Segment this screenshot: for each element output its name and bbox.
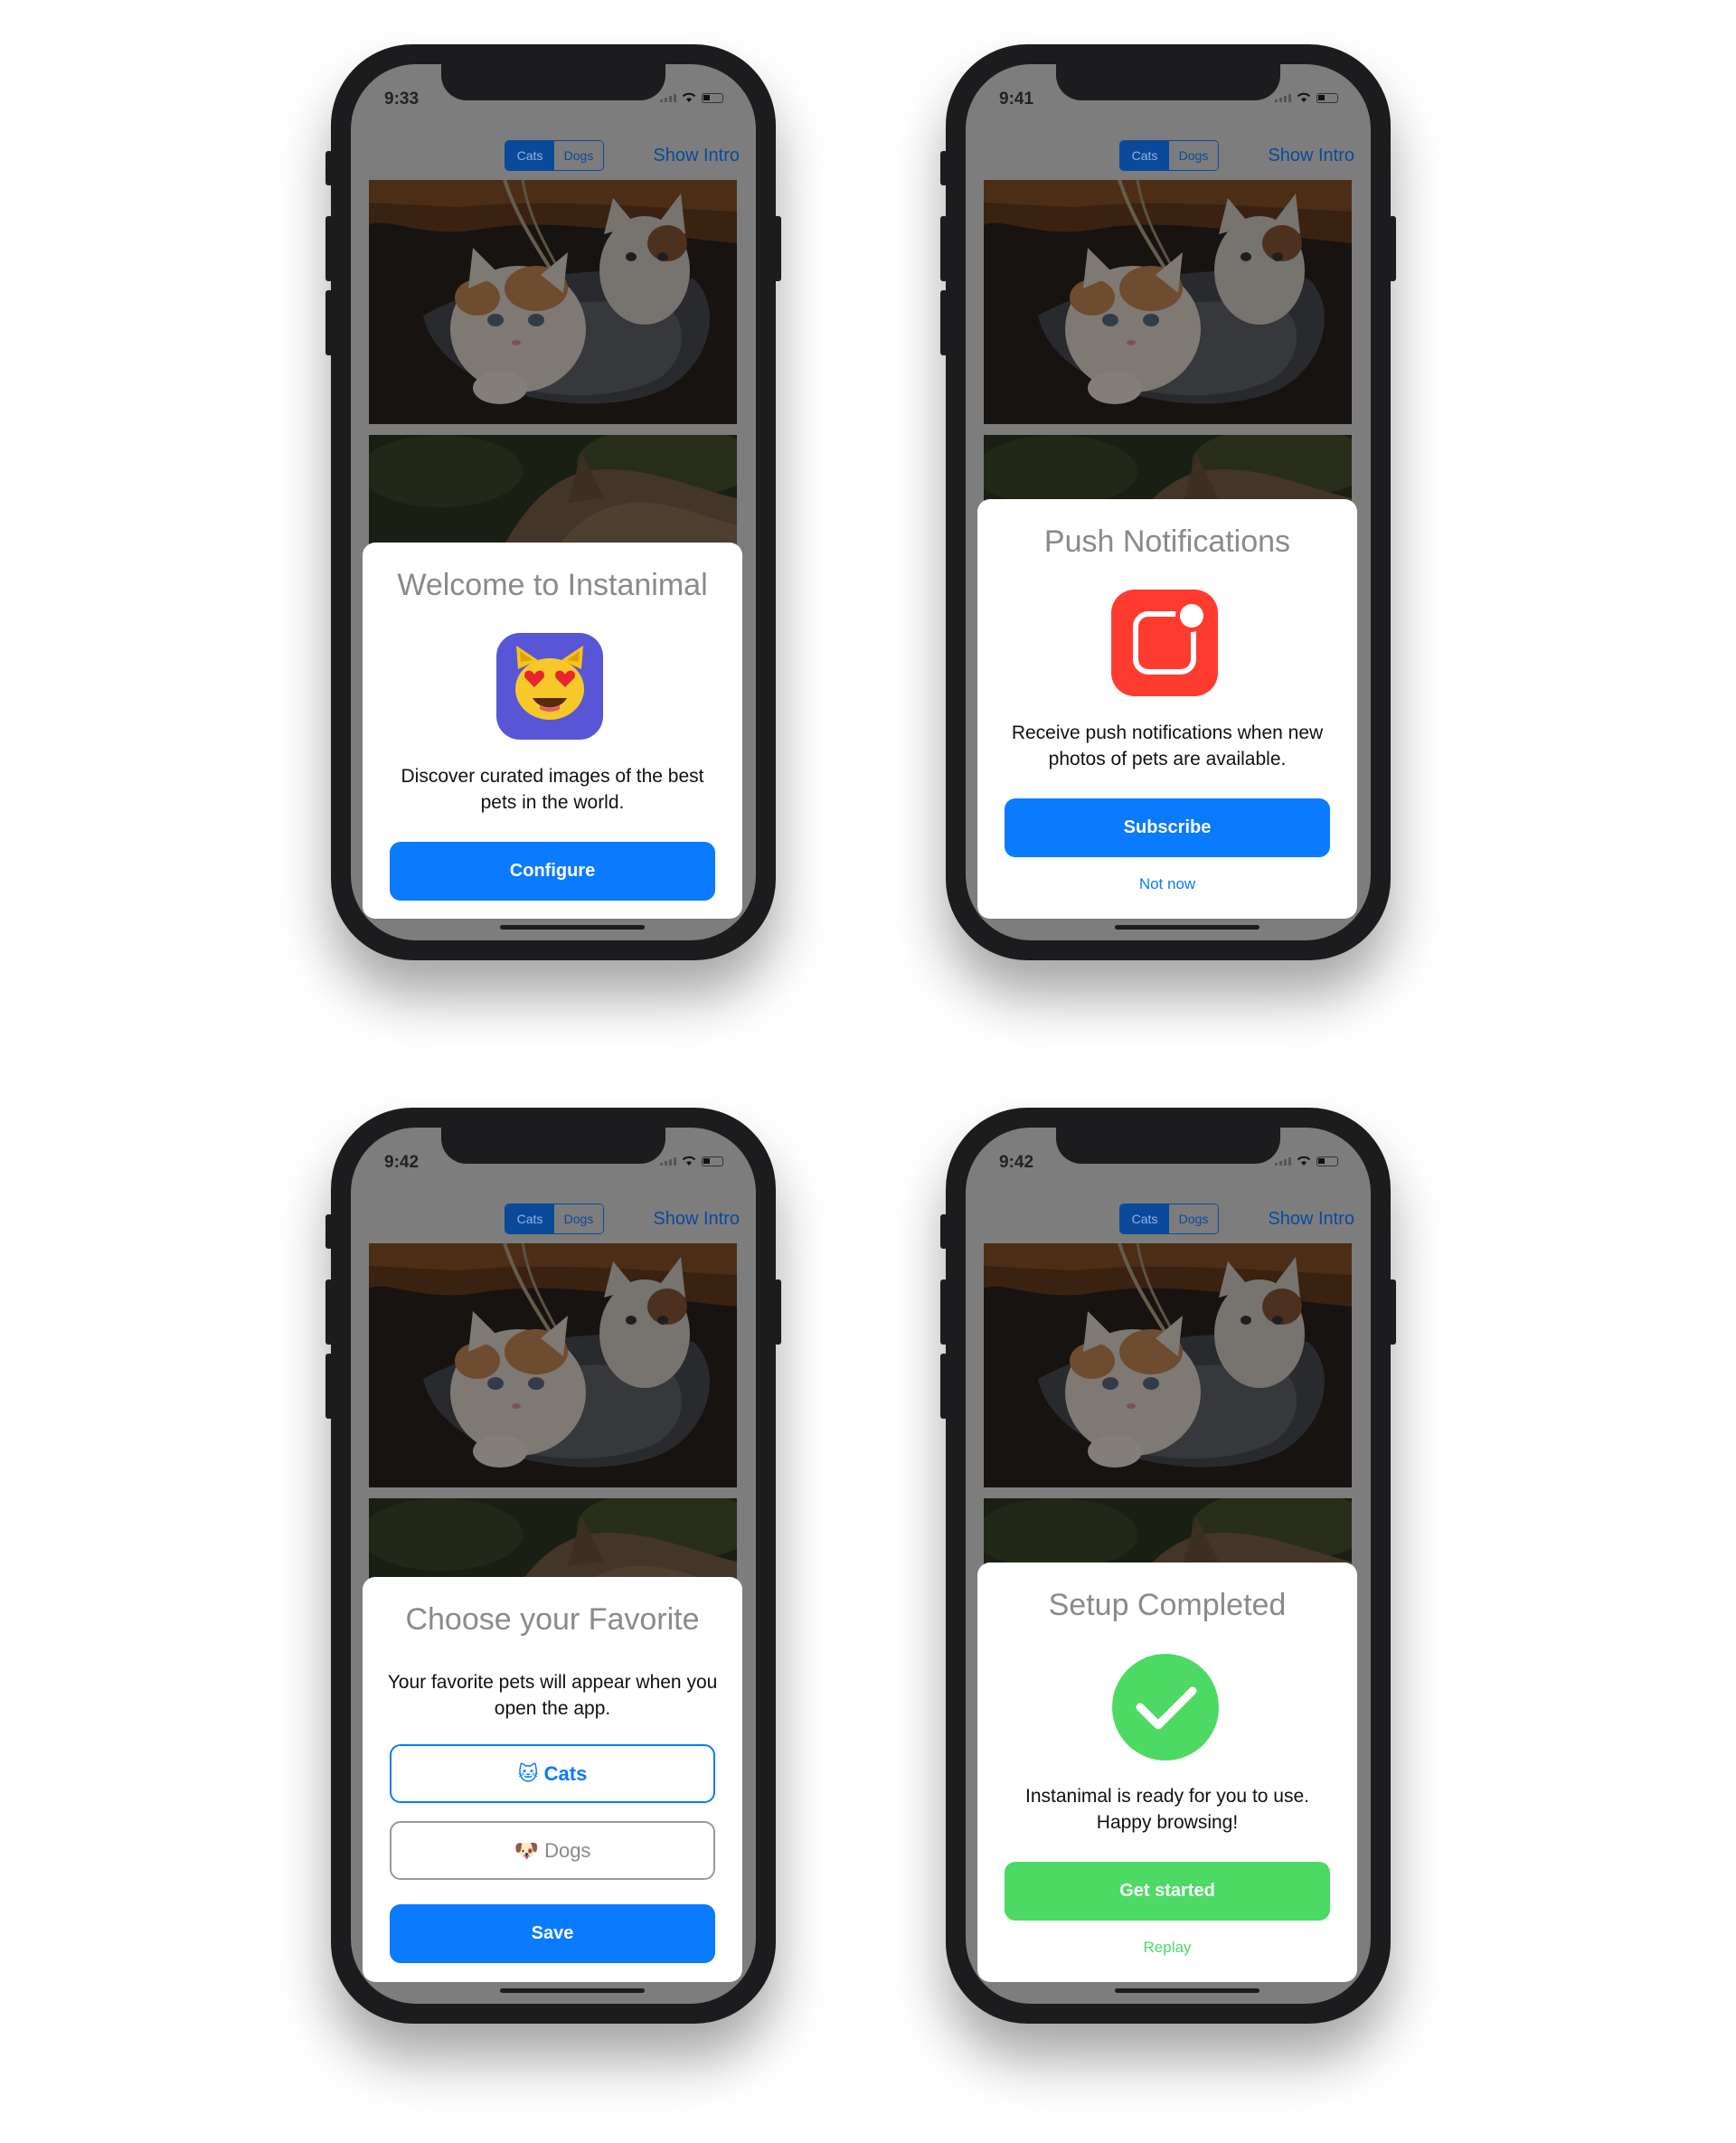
- signal-icon: [660, 93, 676, 102]
- card-body: Receive push notifications when new phot…: [1011, 722, 1324, 769]
- home-indicator: [500, 925, 645, 930]
- notification-badge-icon: [1111, 590, 1218, 696]
- phone-screen: 9:41 Cats Dogs Show Intro Push Notificat…: [966, 64, 1371, 940]
- home-indicator: [1115, 925, 1260, 930]
- phone-favorite: 9:42 Cats Dogs Show Intro Choose your Fa…: [326, 1108, 781, 2024]
- dogs-option-button[interactable]: 🐶 Dogs: [390, 1821, 715, 1880]
- card-title: Setup Completed: [1048, 1588, 1287, 1622]
- checkmark-circle-icon: [1112, 1654, 1219, 1761]
- pet-segmented-control[interactable]: Cats Dogs: [1119, 140, 1219, 171]
- segment-dogs[interactable]: Dogs: [1169, 1204, 1218, 1233]
- pet-segmented-control[interactable]: Cats Dogs: [505, 140, 604, 171]
- get-started-button[interactable]: Get started: [1005, 1862, 1330, 1921]
- replay-link[interactable]: Replay: [977, 1939, 1357, 1957]
- notch: [1056, 64, 1280, 100]
- segment-dogs[interactable]: Dogs: [554, 1204, 603, 1233]
- card-body: Your favorite pets will appear when you …: [387, 1672, 718, 1719]
- kitten-photo: [369, 1243, 737, 1487]
- subscribe-button[interactable]: Subscribe: [1005, 798, 1330, 857]
- show-intro-button[interactable]: Show Intro: [1268, 1209, 1354, 1230]
- configure-button[interactable]: Configure: [390, 842, 715, 901]
- kitten-photo: [369, 180, 737, 424]
- segment-cats[interactable]: Cats: [1120, 141, 1169, 170]
- kitten-photo: [984, 180, 1352, 424]
- wifi-icon: [682, 1156, 696, 1166]
- kitten-photo: [984, 1243, 1352, 1487]
- show-intro-button[interactable]: Show Intro: [653, 1209, 740, 1230]
- home-indicator: [1115, 1988, 1260, 1993]
- cat-heart-eyes-emoji-icon: [496, 633, 603, 740]
- phone-completed: 9:42 Cats Dogs Show Intro Setup Complete…: [940, 1108, 1396, 2024]
- phone-screen: 9:42 Cats Dogs Show Intro Setup Complete…: [966, 1128, 1371, 2004]
- nav-bar: Cats Dogs Show Intro: [351, 140, 756, 173]
- battery-icon: [1316, 1156, 1338, 1166]
- home-indicator: [500, 1988, 645, 1993]
- phone-screen: 9:42 Cats Dogs Show Intro Choose your Fa…: [351, 1128, 756, 2004]
- notch: [441, 64, 665, 100]
- card-title: Choose your Favorite: [405, 1602, 700, 1637]
- not-now-link[interactable]: Not now: [977, 875, 1357, 893]
- card-title: Push Notifications: [1043, 524, 1291, 559]
- show-intro-button[interactable]: Show Intro: [653, 146, 740, 166]
- battery-icon: [702, 92, 723, 103]
- status-icons: [1275, 1156, 1338, 1166]
- pet-segmented-control[interactable]: Cats Dogs: [505, 1204, 604, 1234]
- segment-dogs[interactable]: Dogs: [1169, 141, 1218, 170]
- wifi-icon: [1297, 92, 1311, 102]
- pet-segmented-control[interactable]: Cats Dogs: [1119, 1204, 1219, 1234]
- wifi-icon: [682, 92, 696, 102]
- cats-option-button[interactable]: 🐱 Cats: [390, 1744, 715, 1803]
- wifi-icon: [1297, 1156, 1311, 1166]
- show-intro-button[interactable]: Show Intro: [1268, 146, 1354, 166]
- status-icons: [660, 1156, 723, 1166]
- signal-icon: [660, 1156, 676, 1166]
- phone-push: 9:41 Cats Dogs Show Intro Push Notificat…: [940, 44, 1396, 960]
- card-title: Welcome to Instanimal: [397, 568, 708, 602]
- segment-cats[interactable]: Cats: [1120, 1204, 1169, 1233]
- status-time: 9:41: [999, 90, 1034, 109]
- status-time: 9:42: [999, 1153, 1034, 1172]
- segment-dogs[interactable]: Dogs: [554, 141, 603, 170]
- card-body: Instanimal is ready for you to use. Happ…: [1025, 1786, 1309, 1833]
- nav-bar: Cats Dogs Show Intro: [966, 1204, 1371, 1236]
- battery-icon: [1316, 92, 1338, 103]
- signal-icon: [1275, 93, 1291, 102]
- status-icons: [1275, 92, 1338, 103]
- signal-icon: [1275, 1156, 1291, 1166]
- segment-cats[interactable]: Cats: [505, 1204, 554, 1233]
- nav-bar: Cats Dogs Show Intro: [351, 1204, 756, 1236]
- intro-card: Welcome to Instanimal Discover curated i…: [363, 543, 742, 919]
- status-time: 9:33: [384, 90, 420, 109]
- intro-card: Setup Completed Instanimal is ready for …: [977, 1562, 1357, 1982]
- status-icons: [660, 92, 723, 103]
- segment-cats[interactable]: Cats: [505, 141, 554, 170]
- intro-card: Push Notifications Receive push notifica…: [977, 499, 1357, 919]
- intro-card: Choose your Favorite Your favorite pets …: [363, 1577, 742, 1982]
- battery-icon: [702, 1156, 723, 1166]
- phone-welcome: 9:33 Cats Dogs Show Intro Welcome to Ins…: [326, 44, 781, 960]
- phone-screen: 9:33 Cats Dogs Show Intro Welcome to Ins…: [351, 64, 756, 940]
- card-body: Discover curated images of the best pets…: [401, 766, 704, 813]
- notch: [441, 1128, 665, 1164]
- nav-bar: Cats Dogs Show Intro: [966, 140, 1371, 173]
- notch: [1056, 1128, 1280, 1164]
- status-time: 9:42: [384, 1153, 420, 1172]
- save-button[interactable]: Save: [390, 1904, 715, 1963]
